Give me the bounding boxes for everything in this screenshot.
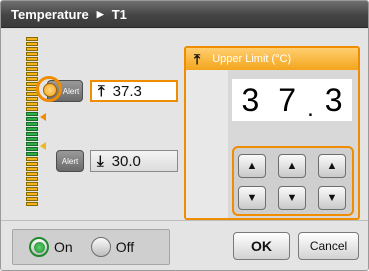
upper-limit-panel-header: ⤒ Upper Limit (°C) xyxy=(186,48,358,70)
level-segment xyxy=(26,172,38,176)
digit-tens: 7 xyxy=(268,79,306,121)
radio-on-label: On xyxy=(54,239,73,255)
level-segment xyxy=(26,192,38,196)
increment-digit-3-button[interactable]: ▲ xyxy=(318,154,346,178)
decrement-digit-1-button[interactable]: ▼ xyxy=(238,186,266,210)
digit-text: 7 xyxy=(278,81,297,118)
digit-hundreds: 3 xyxy=(232,79,269,121)
panel-side-area xyxy=(186,70,228,218)
level-segment xyxy=(26,127,38,131)
digit-stepper-group: ▲ ▲ ▲ ▼ ▼ ▼ xyxy=(232,146,354,216)
level-segment xyxy=(26,102,38,106)
radio-on-indicator xyxy=(29,237,49,257)
lower-alert-label: Alert xyxy=(61,156,79,166)
main-content: Alert ⤒ 37.3 Alert ⤓ 30.0 ⤒ Upper Limit … xyxy=(1,29,368,220)
upper-limit-value-field[interactable]: ⤒ 37.3 xyxy=(90,80,178,102)
upper-limit-panel-title: Upper Limit (°C) xyxy=(212,53,292,65)
channel-label: T1 xyxy=(111,6,127,22)
level-segment xyxy=(26,107,38,111)
digit-tenths: 3 xyxy=(315,79,353,121)
level-segment xyxy=(26,112,38,116)
level-segment xyxy=(26,132,38,136)
decimal-text: . xyxy=(307,95,314,122)
up-arrow-icon: ▲ xyxy=(286,160,298,172)
decrement-digit-3-button[interactable]: ▼ xyxy=(318,186,346,210)
level-segment xyxy=(26,47,38,51)
down-arrow-icon: ▼ xyxy=(246,192,258,204)
radio-off-label: Off xyxy=(115,239,135,255)
digit-text: 3 xyxy=(241,81,260,118)
cancel-button[interactable]: Cancel xyxy=(298,232,359,260)
device-screen: Temperature ▶ T1 Alert ⤒ 37.3 Alert ⤓ 30… xyxy=(0,0,369,271)
level-segment xyxy=(26,37,38,41)
footer-bar: On Off OK Cancel xyxy=(1,220,368,270)
lower-limit-marker-icon xyxy=(40,142,46,150)
upper-alert-label: Alert xyxy=(62,86,80,96)
level-segment xyxy=(26,67,38,71)
level-segment xyxy=(26,152,38,156)
level-segment xyxy=(26,117,38,121)
level-segment xyxy=(26,187,38,191)
level-segment xyxy=(26,197,38,201)
level-segment xyxy=(26,182,38,186)
lower-limit-value: 30.0 xyxy=(111,152,141,170)
title-bar: Temperature ▶ T1 xyxy=(1,1,368,28)
digit-text: 3 xyxy=(324,81,343,118)
level-segment xyxy=(26,137,38,141)
alert-knob-icon xyxy=(43,83,57,97)
down-arrow-icon: ▼ xyxy=(286,192,298,204)
lower-alert-button[interactable]: Alert xyxy=(56,150,84,172)
decrement-digit-2-button[interactable]: ▼ xyxy=(278,186,306,210)
upper-limit-icon: ⤒ xyxy=(194,50,201,67)
level-segment xyxy=(26,62,38,66)
alert-toggle-group: On Off xyxy=(12,229,170,265)
radio-on[interactable]: On xyxy=(29,237,73,257)
level-segment xyxy=(26,52,38,56)
temperature-level-bar xyxy=(26,37,38,209)
down-arrow-icon: ▼ xyxy=(326,192,338,204)
upper-limit-value: 37.3 xyxy=(112,82,142,100)
level-segment xyxy=(26,167,38,171)
upper-limit-panel: ⤒ Upper Limit (°C) 3 7 . 3 ▲ ▲ ▲ ▼ ▼ ▼ xyxy=(184,46,360,220)
level-segment xyxy=(26,202,38,206)
increment-digit-2-button[interactable]: ▲ xyxy=(278,154,306,178)
upper-limit-marker-icon xyxy=(40,113,46,121)
level-segment xyxy=(26,42,38,46)
level-segment xyxy=(26,72,38,76)
level-segment xyxy=(26,157,38,161)
lower-limit-icon: ⤓ xyxy=(97,152,104,170)
level-segment xyxy=(26,122,38,126)
increment-digit-1-button[interactable]: ▲ xyxy=(238,154,266,178)
lower-limit-value-field[interactable]: ⤓ 30.0 xyxy=(90,150,178,172)
up-arrow-icon: ▲ xyxy=(246,160,258,172)
level-segment xyxy=(26,142,38,146)
level-segment xyxy=(26,57,38,61)
selected-indicator-icon xyxy=(36,76,62,102)
level-segment xyxy=(26,147,38,151)
screen-title: Temperature xyxy=(11,6,89,22)
upper-limit-digits: 3 7 . 3 xyxy=(232,79,353,122)
radio-off-indicator xyxy=(90,237,111,257)
level-segment xyxy=(26,97,38,101)
up-arrow-icon: ▲ xyxy=(326,160,338,172)
level-segment xyxy=(26,77,38,81)
radio-off[interactable]: Off xyxy=(90,237,135,257)
decimal-point: . xyxy=(305,79,316,122)
ok-button[interactable]: OK xyxy=(233,232,290,260)
level-segment xyxy=(26,162,38,166)
right-triangle-icon: ▶ xyxy=(96,8,104,19)
upper-limit-icon: ⤒ xyxy=(98,82,105,100)
level-segment xyxy=(26,177,38,181)
